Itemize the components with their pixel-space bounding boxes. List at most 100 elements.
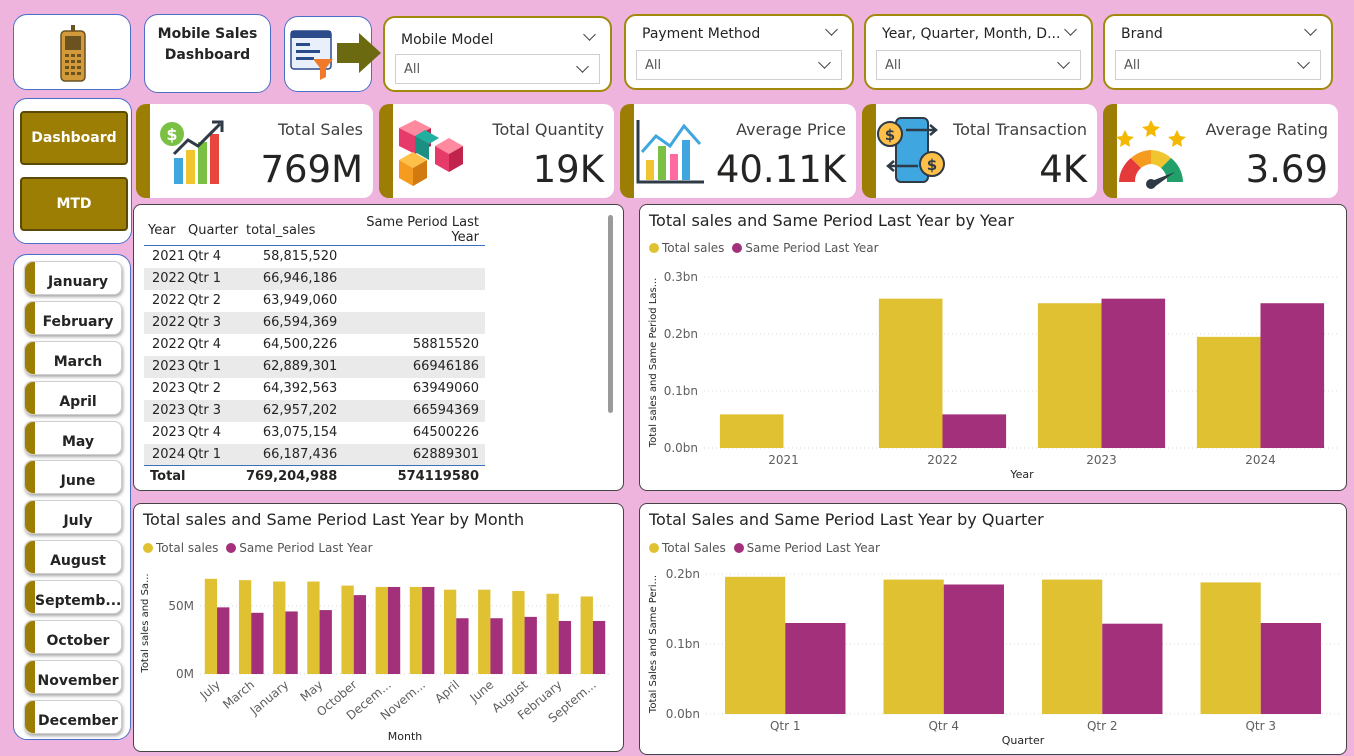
table-row: 2023 Qtr 4 63,075,154 64500226: [144, 422, 485, 444]
month-button-september[interactable]: Septemb...: [24, 580, 122, 614]
transaction-icon: $ $: [877, 117, 945, 183]
kpi-average-rating: Average Rating 3.69: [1103, 104, 1338, 198]
month-label: November: [37, 673, 119, 689]
kpi-label: Average Rating: [1205, 120, 1328, 139]
month-button-february[interactable]: February: [24, 301, 122, 335]
svg-text:$: $: [885, 126, 895, 144]
bar-same-period: [285, 611, 298, 674]
month-button-december[interactable]: December: [24, 700, 122, 734]
table-scrollbar[interactable]: [608, 215, 613, 413]
month-label: May: [61, 434, 95, 450]
slicer-dropdown[interactable]: All: [636, 50, 842, 80]
column-header-same-period[interactable]: Same Period Last Year: [337, 215, 485, 246]
cell-quarter: Qtr 2: [188, 381, 222, 396]
x-axis-label: Quarter: [1002, 734, 1045, 747]
sales-table: Year Quarter total_sales Same Period Las…: [144, 215, 485, 488]
chevron-down-icon: [576, 60, 589, 73]
bar-same-period: [490, 618, 503, 674]
mtd-button[interactable]: MTD: [20, 177, 128, 231]
sales-table-panel: Year Quarter total_sales Same Period Las…: [133, 204, 624, 491]
cell-quarter: Qtr 1: [188, 359, 222, 374]
kpi-label: Total Transaction: [953, 120, 1087, 139]
bar-same-period: [251, 612, 264, 674]
cell-quarter: Qtr 3: [188, 403, 222, 418]
chart-title: Total Sales and Same Period Last Year by…: [649, 510, 1044, 529]
cell-year: 2023: [152, 403, 186, 418]
slicer-mobile-model[interactable]: Mobile Model All: [383, 16, 612, 92]
column-header-total-sales[interactable]: total_sales: [246, 215, 337, 246]
table-row: 2022 Qtr 4 64,500,226 58815520: [144, 334, 485, 356]
chevron-down-icon[interactable]: [1304, 23, 1317, 36]
slicer-dropdown[interactable]: All: [876, 50, 1081, 80]
y-tick-label: 0.2bn: [666, 567, 700, 581]
chevron-down-icon[interactable]: [1064, 23, 1077, 36]
slicer-payment-method[interactable]: Payment Method All: [624, 14, 854, 90]
legend-dot-purple: [226, 543, 237, 553]
month-button-may[interactable]: May: [24, 421, 122, 455]
slicer-value: All: [885, 58, 902, 73]
chart-legend: Total sales Same Period Last Year: [143, 541, 373, 555]
month-button-april[interactable]: April: [24, 381, 122, 415]
slicer-title: Brand: [1121, 26, 1163, 42]
x-tick-label: 2023: [1086, 453, 1117, 467]
cell-quarter: Qtr 4: [188, 337, 222, 352]
x-tick-label: January: [247, 678, 292, 719]
slicer-date-hierarchy[interactable]: Year, Quarter, Month, D... All: [864, 14, 1093, 90]
dashboard-button[interactable]: Dashboard: [20, 111, 128, 165]
kpi-value: 3.69: [1245, 148, 1328, 191]
table-header-row: Year Quarter total_sales Same Period Las…: [144, 215, 485, 246]
month-label: January: [47, 274, 109, 290]
cell-same-period: [337, 312, 485, 334]
table-row: 2021 Qtr 4 58,815,520: [144, 246, 485, 268]
column-header-quarter[interactable]: Quarter: [188, 215, 246, 246]
slicer-brand[interactable]: Brand All: [1103, 14, 1333, 90]
kpi-value: 19K: [532, 148, 604, 191]
cell-total-sales: 63,075,154: [262, 425, 338, 440]
x-tick-label: 2024: [1245, 453, 1276, 467]
month-button-august[interactable]: August: [24, 540, 122, 574]
month-button-november[interactable]: November: [24, 660, 122, 694]
cell-total-sales: 64,392,563: [262, 381, 338, 396]
bar-total-sales: [409, 586, 423, 674]
bar-total-sales: [878, 298, 943, 448]
cell-year: 2021: [152, 249, 186, 265]
bar-total-sales: [1200, 582, 1261, 714]
bar-total-sales: [341, 585, 354, 674]
chart-by-year-panel: Total sales and Same Period Last Year by…: [639, 204, 1347, 491]
bar-total-sales: [238, 580, 252, 674]
month-button-july[interactable]: July: [24, 500, 122, 534]
chevron-down-icon: [1297, 56, 1310, 69]
x-axis-label: Year: [1009, 468, 1034, 481]
phone-logo-card: [13, 14, 131, 90]
bar-same-period: [353, 595, 367, 674]
cell-year: 2023: [152, 381, 186, 396]
table-total-row: Total 769,204,988 574119580: [144, 466, 485, 488]
x-tick-label: April: [432, 678, 462, 706]
bar-total-sales: [1196, 336, 1261, 448]
month-button-march[interactable]: March: [24, 341, 122, 375]
month-button-june[interactable]: June: [24, 460, 122, 494]
cell-same-period: 63949060: [412, 381, 479, 396]
month-label: December: [38, 713, 118, 729]
bar-chart-by-month: 0M50MTotal sales and Sa...JulyMarchJanua…: [140, 573, 610, 743]
kpi-value: 769M: [260, 148, 363, 191]
page-title-line1: Mobile Sales: [157, 26, 258, 42]
filter-panel-button[interactable]: [284, 16, 381, 92]
month-button-january[interactable]: January: [24, 261, 122, 295]
cell-same-period: 64500226: [412, 425, 479, 440]
month-label: April: [59, 394, 97, 410]
bar-total-sales: [512, 591, 525, 674]
chevron-down-icon[interactable]: [583, 28, 596, 41]
cell-year: 2023: [152, 425, 186, 440]
chevron-down-icon[interactable]: [825, 23, 838, 36]
month-button-october[interactable]: October: [24, 620, 122, 654]
y-tick-label: 0.0bn: [664, 441, 698, 455]
month-label: July: [63, 513, 93, 529]
slicer-dropdown[interactable]: All: [395, 54, 600, 84]
bar-total-sales: [719, 414, 784, 448]
column-header-year[interactable]: Year: [144, 215, 188, 246]
slicer-dropdown[interactable]: All: [1115, 50, 1321, 80]
x-tick-label: Qtr 3: [1245, 719, 1276, 733]
cell-year: 2023: [152, 359, 186, 374]
x-tick-label: Qtr 4: [928, 719, 959, 733]
